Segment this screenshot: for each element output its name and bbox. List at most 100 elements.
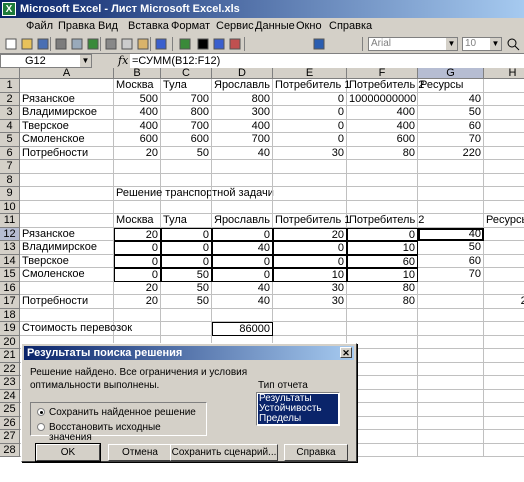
cell-g20[interactable] [418,335,484,349]
copy-icon[interactable] [120,37,134,51]
menu-item[interactable]: Формат [171,20,210,32]
name-box[interactable]: G12 ▼ [0,54,92,68]
chart-wizard-icon[interactable] [228,37,242,51]
cell-b14[interactable]: 0 [114,254,161,268]
cell-f17[interactable]: 80 [347,295,418,309]
menu-item[interactable]: Вставка [128,20,169,32]
cell-c15[interactable]: 50 [161,268,212,282]
help-button[interactable]: Справка [284,444,348,461]
cell-h23[interactable] [484,376,524,390]
cell-h7[interactable] [484,160,524,174]
cell-c5[interactable]: 600 [161,133,212,147]
cell-h28[interactable] [484,444,524,457]
cell-d15[interactable]: 0 [212,268,273,282]
cell-d3[interactable]: 300 [212,106,273,120]
cell-d12[interactable]: 0 [212,227,273,241]
cell-a11[interactable] [20,214,114,228]
cell-a1[interactable] [20,79,114,93]
cell-b1[interactable]: Москва [114,79,161,93]
cell-f1[interactable]: Потребитель 2 [347,79,424,93]
row-header[interactable]: 10 [0,200,20,214]
cell-f14[interactable]: 60 [347,254,418,268]
cell-f10[interactable] [347,200,418,214]
cell-c11[interactable]: Тула [161,214,212,228]
cell-d8[interactable] [212,173,273,187]
cell-c8[interactable] [161,173,212,187]
sort-icon[interactable] [212,37,226,51]
cell-g5[interactable]: 70 [418,133,484,147]
cell-e6[interactable]: 30 [273,146,347,160]
cell-a7[interactable] [20,160,114,174]
cell-e5[interactable]: 0 [273,133,347,147]
cell-e4[interactable]: 0 [273,119,347,133]
cell-g18[interactable] [418,308,484,322]
cell-f18[interactable] [347,308,418,322]
menu-item[interactable]: Вид [98,20,118,32]
cell-h20[interactable] [484,336,524,349]
menu-item[interactable]: Правка [58,20,95,32]
cell-h24[interactable] [484,390,524,403]
keep-solution-radio[interactable] [37,408,45,416]
new-icon[interactable] [4,37,18,51]
row-header[interactable]: 11 [0,214,20,228]
cell-b10[interactable] [114,200,161,214]
column-header[interactable]: D [212,68,273,79]
cell-a10[interactable] [20,200,114,214]
cell-a14[interactable]: Тверское [20,254,114,268]
cell-g23[interactable] [418,376,484,390]
row-header[interactable]: 22 [0,362,20,376]
cell-g28[interactable] [418,443,484,457]
row-header[interactable]: 24 [0,389,20,403]
cell-f16[interactable]: 80 [347,281,418,295]
cell-b6[interactable]: 20 [114,146,161,160]
cell-e1[interactable]: Потребитель 1 [273,79,350,93]
cell-h11[interactable]: Ресурсы [484,214,524,228]
row-header[interactable]: 2 [0,92,20,106]
column-header[interactable]: G [418,68,484,79]
cell-b18[interactable] [114,308,161,322]
cell-d10[interactable] [212,200,273,214]
cell-c16[interactable]: 50 [161,281,212,295]
cell-e12[interactable]: 20 [273,227,347,241]
cell-h26[interactable] [484,417,524,430]
cell-g2[interactable]: 40 [418,92,484,106]
row-header[interactable]: 18 [0,308,20,322]
cell-b19[interactable] [114,322,161,336]
cell-a16[interactable] [20,281,114,295]
cell-a17[interactable]: Потребности [20,295,114,309]
cell-e18[interactable] [273,308,347,322]
cell-d9[interactable] [212,187,273,201]
cell-h2[interactable] [484,93,524,106]
formula-input[interactable]: =СУММ(B12:F12) [130,54,524,68]
help-icon[interactable] [312,37,326,51]
cell-f4[interactable]: 400 [347,119,418,133]
row-header[interactable]: 1 [0,79,20,93]
cell-a6[interactable]: Потребности [20,146,114,160]
column-header[interactable]: C [161,68,212,79]
chevron-down-icon[interactable]: ▼ [446,38,457,50]
cell-b5[interactable]: 600 [114,133,161,147]
zoom-icon[interactable] [506,37,520,51]
cell-h6[interactable] [484,147,524,160]
cell-g3[interactable]: 50 [418,106,484,120]
cell-h3[interactable] [484,106,524,120]
cell-f28[interactable] [347,443,418,457]
cell-h21[interactable] [484,349,524,363]
cell-e17[interactable]: 30 [273,295,347,309]
cell-b3[interactable]: 400 [114,106,161,120]
cell-h13[interactable]: 50 [484,241,524,255]
column-header[interactable]: E [273,68,347,79]
cell-h12[interactable]: 40 [484,228,524,241]
cell-c10[interactable] [161,200,212,214]
cell-h8[interactable] [484,174,524,187]
row-header[interactable]: 17 [0,295,20,309]
cell-b15[interactable]: 0 [114,268,161,282]
cell-d14[interactable]: 0 [212,254,273,268]
cell-c19[interactable] [161,322,212,336]
save-icon[interactable] [36,37,50,51]
cell-h19[interactable] [484,322,524,336]
cell-a13[interactable]: Владимирское [20,241,114,255]
menu-item[interactable]: Окно [296,20,322,32]
chevron-down-icon[interactable]: ▼ [490,38,501,50]
cell-g17[interactable] [418,295,484,309]
